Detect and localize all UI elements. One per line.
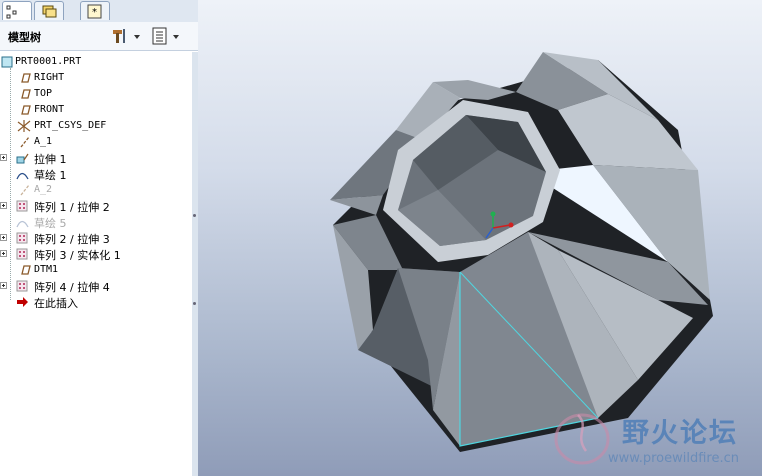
- folder-icon: [42, 5, 57, 18]
- watermark-title: 野火论坛: [622, 418, 738, 449]
- extrude-icon: [16, 153, 29, 164]
- model-tree-tab[interactable]: [2, 1, 32, 20]
- settings-dropdown-button[interactable]: [150, 25, 184, 47]
- forum-watermark: 野火论坛 www.proewildfire.cn: [548, 405, 762, 476]
- splitter-grip: [193, 302, 196, 305]
- tree-item-label: TOP: [34, 88, 53, 99]
- tree-item-label: 阵列 2 / 拉伸 3: [34, 233, 110, 246]
- model-tree-tab-icon: [6, 5, 17, 19]
- watermark-url: www.proewildfire.cn: [608, 451, 739, 466]
- tree-item-label: A_1: [34, 136, 53, 147]
- tree-item-sketch-1[interactable]: 草绘 1: [0, 166, 190, 182]
- expand-toggle[interactable]: [0, 282, 7, 289]
- star-icon: *: [87, 4, 102, 19]
- tree-item-sketch-5[interactable]: 草绘 5: [0, 214, 190, 230]
- part-icon: [1, 56, 13, 68]
- triad-y-marker: [490, 211, 496, 217]
- tree-item-pattern-3[interactable]: 阵列 3 / 实体化 1: [0, 246, 190, 262]
- tree-item-a2[interactable]: A_2: [0, 182, 190, 198]
- tree-item-pattern-1[interactable]: 阵列 1 / 拉伸 2: [0, 198, 190, 214]
- tree-item-label: DTM1: [34, 264, 59, 275]
- tree-item-top[interactable]: TOP: [0, 86, 190, 102]
- navigator-tabs: *: [0, 0, 198, 23]
- tree-item-label: 阵列 3 / 实体化 1: [34, 249, 121, 262]
- tree-item-a1[interactable]: A_1: [0, 134, 190, 150]
- tree-item-label: FRONT: [34, 104, 65, 115]
- panel-title: 模型树: [8, 31, 41, 44]
- pattern-icon: [16, 200, 28, 212]
- tree-item-insert-here[interactable]: 在此插入: [0, 294, 190, 310]
- splitter-grip: [193, 214, 196, 217]
- tree-item-extrude-1[interactable]: 拉伸 1: [0, 150, 190, 166]
- tree-root[interactable]: PRT0001.PRT: [0, 54, 190, 70]
- tree-item-label: 阵列 1 / 拉伸 2: [34, 201, 110, 214]
- tree-root-label: PRT0001.PRT: [15, 56, 82, 67]
- expand-toggle[interactable]: [0, 250, 7, 257]
- expand-toggle[interactable]: [0, 202, 7, 209]
- tree-item-right[interactable]: RIGHT: [0, 70, 190, 86]
- tree-item-label: 拉伸 1: [34, 153, 67, 166]
- tree-item-label: 阵列 4 / 拉伸 4: [34, 281, 110, 294]
- expand-toggle[interactable]: [0, 154, 7, 161]
- model-tree-panel: * 模型树 PRT0001.PRT RIGHT TOP FRONT PRT_CS…: [0, 0, 198, 476]
- hammer-icon: [113, 29, 140, 43]
- favorites-tab[interactable]: *: [80, 1, 110, 20]
- insert-here-arrow-icon: [17, 297, 28, 307]
- tree-item-label: PRT_CSYS_DEF: [34, 120, 107, 131]
- tree-item-pattern-2[interactable]: 阵列 2 / 拉伸 3: [0, 230, 190, 246]
- tree-item-label: 草绘 1: [34, 169, 67, 182]
- triad-x-marker: [508, 222, 514, 228]
- tree-item-label: 草绘 5: [34, 217, 67, 230]
- datum-axis-icon: [20, 184, 30, 196]
- datum-axis-icon: [20, 136, 30, 148]
- sketch-icon: [16, 172, 29, 180]
- svg-text:*: *: [92, 7, 97, 18]
- pattern-icon: [16, 280, 28, 292]
- datum-plane-icon: [21, 265, 31, 275]
- datum-plane-icon: [21, 105, 31, 115]
- datum-plane-icon: [21, 89, 31, 99]
- sketch-icon: [16, 220, 29, 228]
- tools-dropdown-button[interactable]: [110, 25, 142, 47]
- tree-item-dtm1[interactable]: DTM1: [0, 262, 190, 278]
- tree-item-csys[interactable]: PRT_CSYS_DEF: [0, 118, 190, 134]
- tree-item-label: A_2: [34, 184, 53, 195]
- datum-plane-icon: [21, 73, 31, 83]
- pattern-icon: [16, 248, 28, 260]
- layers-tab[interactable]: [34, 1, 64, 20]
- model-tree: PRT0001.PRT RIGHT TOP FRONT PRT_CSYS_DEF…: [0, 52, 193, 476]
- tree-item-pattern-4[interactable]: 阵列 4 / 拉伸 4: [0, 278, 190, 294]
- tree-item-label: 在此插入: [34, 297, 78, 310]
- tree-item-front[interactable]: FRONT: [0, 102, 190, 118]
- list-settings-icon: [152, 27, 179, 45]
- expand-toggle[interactable]: [0, 234, 7, 241]
- model-tree-header: 模型树: [0, 22, 198, 51]
- pattern-icon: [16, 232, 28, 244]
- csys-icon: [17, 120, 31, 132]
- tree-item-label: RIGHT: [34, 72, 65, 83]
